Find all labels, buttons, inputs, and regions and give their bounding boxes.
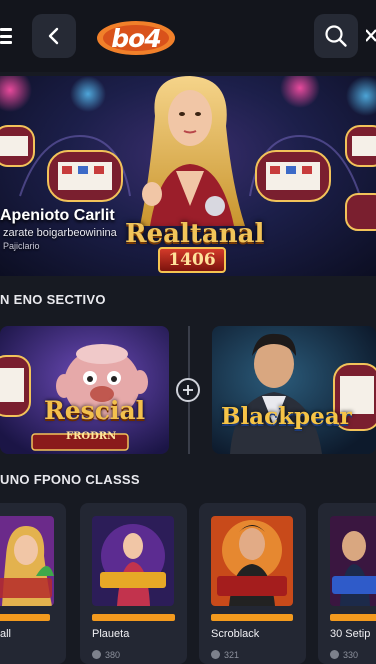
hero-banner[interactable]: Realtanal 1406 Apenioto Carlit zarate bo… <box>0 76 376 276</box>
featured-card-art <box>212 326 376 454</box>
top-bar: bo4 <box>0 0 376 72</box>
game-stat: 330 <box>330 650 358 660</box>
menu-icon[interactable] <box>0 28 12 44</box>
close-icon[interactable] <box>366 26 376 46</box>
coin-icon <box>330 650 339 659</box>
hero-meta: Pajiclario <box>3 241 40 251</box>
back-arrow-icon <box>48 27 59 45</box>
game-thumbnail <box>330 516 376 606</box>
featured-subtitle: FRODRN <box>66 431 117 442</box>
hero-brand-title: Realtanal <box>125 219 265 249</box>
game-stat-value: 380 <box>105 650 121 660</box>
game-stat-value: 330 <box>343 650 359 660</box>
hero-title: Apenioto Carlit <box>0 207 115 224</box>
brand-logo[interactable]: bo4 <box>95 18 177 58</box>
classics-section-title: UNO FPONO CLASSS <box>0 472 140 487</box>
search-icon <box>325 25 347 47</box>
coin-icon <box>92 650 101 659</box>
game-thumbnail <box>92 516 174 606</box>
game-thumbnail <box>0 516 54 606</box>
featured-section-title: N ENO SECTIVO <box>0 292 106 307</box>
back-button[interactable] <box>32 14 76 58</box>
game-name: 30 Setip <box>330 628 371 640</box>
game-stat-value: 321 <box>224 650 240 660</box>
coin-icon <box>211 650 220 659</box>
game-stat: 321 <box>211 650 239 660</box>
plus-icon <box>183 385 193 395</box>
game-name: Plaueta <box>92 628 130 640</box>
hero-badge: 1406 <box>158 247 226 273</box>
game-stat: 380 <box>92 650 120 660</box>
hero-subtitle: zarate boigarbeowinina <box>3 227 117 239</box>
featured-card-rescial[interactable]: Rescial FRODRN <box>0 326 169 454</box>
add-button[interactable] <box>176 378 200 402</box>
game-progress-bar <box>330 614 376 621</box>
featured-title: Blackpear <box>221 403 352 430</box>
featured-card-blackpear[interactable]: Blackpear <box>212 326 376 454</box>
featured-title: Rescial <box>44 396 146 425</box>
logo-text: bo4 <box>111 23 161 53</box>
game-name: all <box>0 628 12 640</box>
search-button[interactable] <box>314 14 358 58</box>
game-name: Scroblack <box>211 628 260 640</box>
game-progress-bar <box>92 614 175 621</box>
game-progress-bar <box>211 614 293 621</box>
game-thumbnail <box>211 516 293 606</box>
game-progress-bar <box>0 614 50 621</box>
